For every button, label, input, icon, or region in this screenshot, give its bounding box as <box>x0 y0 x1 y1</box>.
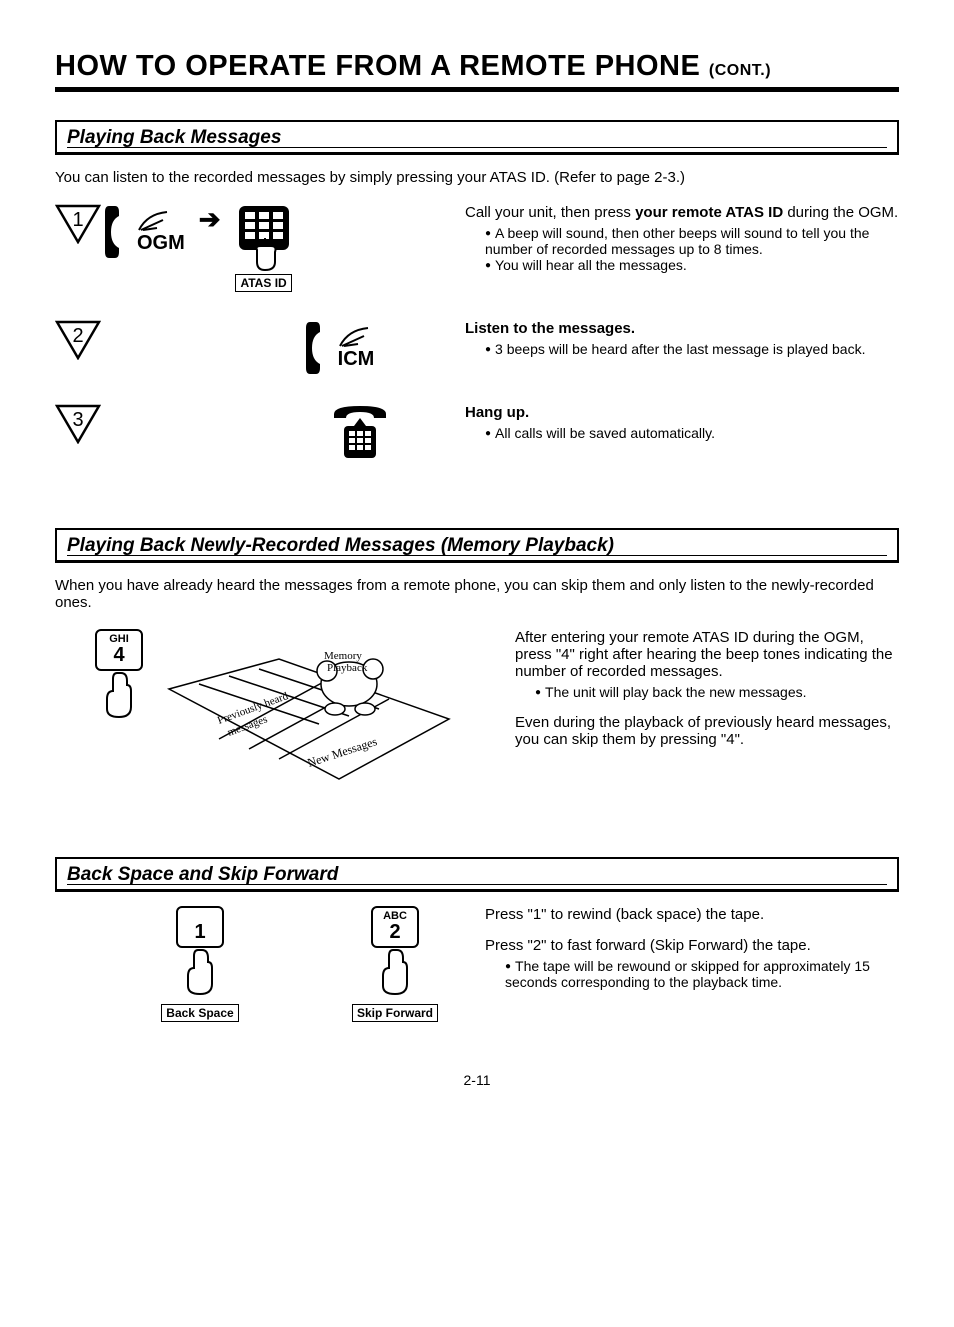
step-3-graphic <box>105 404 465 460</box>
page-number: 2-11 <box>55 1072 899 1088</box>
step-1: 1 OGM ➔ <box>55 204 899 292</box>
section-heading-skip: Back Space and Skip Forward <box>55 857 899 892</box>
handset-icon <box>306 320 332 376</box>
arrow-icon: ➔ <box>199 204 221 235</box>
step-1-text: Call your unit, then press your remote A… <box>465 204 899 273</box>
step-number-3: 3 <box>55 404 105 448</box>
key-4-graphic: GHI 4 <box>95 629 143 719</box>
atas-id-label: ATAS ID <box>235 274 291 292</box>
svg-text:Playback: Playback <box>327 662 368 674</box>
memory-text: After entering your remote ATAS ID durin… <box>515 629 899 763</box>
memory-intro: When you have already heard the messages… <box>55 577 899 611</box>
step-2-graphic: ICM <box>105 320 465 376</box>
step-number-1: 1 <box>55 204 105 248</box>
triangle-icon: 3 <box>55 404 101 444</box>
page-title: HOW TO OPERATE FROM A REMOTE PHONE (CONT… <box>55 50 899 83</box>
memory-bullet1: The unit will play back the new messages… <box>535 684 899 700</box>
triangle-icon: 2 <box>55 320 101 360</box>
art-mem-text: Memory <box>324 650 362 662</box>
art-new-text: New Messages <box>306 734 379 770</box>
hand-press-icon <box>180 948 220 996</box>
svg-text:1: 1 <box>72 209 83 231</box>
key-2: ABC 2 <box>371 906 419 948</box>
step-3: 3 Hang up. All calls will be saved autom… <box>55 404 899 460</box>
step-3-text: Hang up. All calls will be saved automat… <box>465 404 899 441</box>
handset-icon <box>105 204 131 260</box>
svg-text:2: 2 <box>72 325 83 347</box>
step1-bullet1: A beep will sound, then other beeps will… <box>485 225 899 257</box>
step-number-2: 2 <box>55 320 105 364</box>
skip-bullet1: The tape will be rewound or skipped for … <box>505 958 899 990</box>
back-space-label: Back Space <box>161 1004 238 1022</box>
skip-forward-label: Skip Forward <box>352 1004 438 1022</box>
title-rule <box>55 87 899 92</box>
back-space-col: 1 Back Space <box>55 906 305 1022</box>
triangle-icon: 1 <box>55 204 101 244</box>
key-4: GHI 4 <box>95 629 143 671</box>
icm-label: ICM <box>338 348 375 371</box>
memory-row: GHI 4 Previously heard messages Me <box>55 629 899 789</box>
title-cont: (CONT.) <box>709 62 771 79</box>
step2-bullet1: 3 beeps will be heard after the last mes… <box>485 341 899 357</box>
section-heading-memory: Playing Back Newly-Recorded Messages (Me… <box>55 528 899 563</box>
title-main: HOW TO OPERATE FROM A REMOTE PHONE <box>55 50 709 82</box>
speech-lines-icon <box>137 210 173 232</box>
section-heading-playback: Playing Back Messages <box>55 120 899 155</box>
step1-bullet2: You will hear all the messages. <box>485 257 899 273</box>
step-2: 2 ICM Listen to the messages. 3 beeps wi… <box>55 320 899 376</box>
step-1-graphic: OGM ➔ ATAS ID <box>105 204 465 292</box>
hand-press-icon <box>99 671 139 719</box>
ogm-label: OGM <box>137 232 185 255</box>
skip-text: Press "1" to rewind (back space) the tap… <box>485 906 899 990</box>
step-2-text: Listen to the messages. 3 beeps will be … <box>465 320 899 357</box>
hand-press-icon <box>375 948 415 996</box>
svg-text:3: 3 <box>72 409 83 431</box>
speech-lines-icon <box>338 326 374 348</box>
step3-bullet1: All calls will be saved automatically. <box>485 425 899 441</box>
playback-intro: You can listen to the recorded messages … <box>55 169 899 186</box>
skip-forward-col: ABC 2 Skip Forward <box>305 906 485 1022</box>
keypad-icon <box>235 204 293 274</box>
skip-row: 1 Back Space ABC 2 Skip Forward Press "1… <box>55 906 899 1022</box>
deskphone-icon <box>330 404 390 460</box>
key-1: 1 <box>176 906 224 948</box>
memory-playback-illustration: Previously heard messages Memory Playbac… <box>159 629 459 789</box>
